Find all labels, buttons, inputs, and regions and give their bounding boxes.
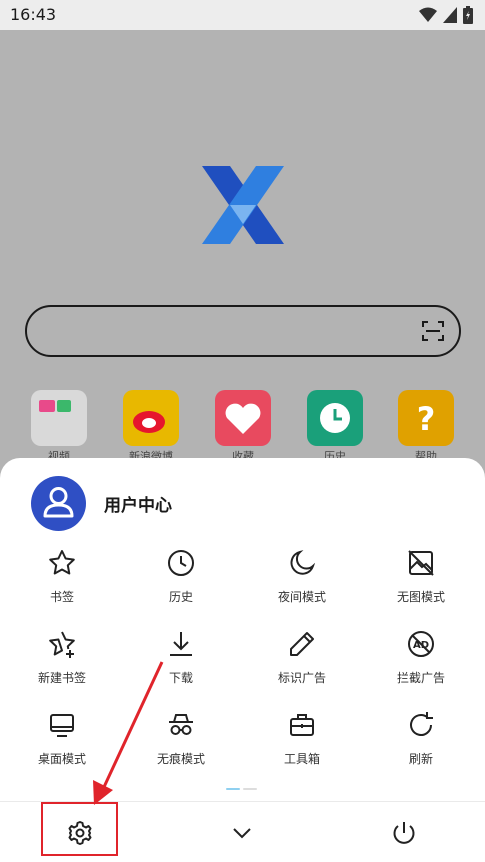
annotation-arrow <box>93 661 164 805</box>
